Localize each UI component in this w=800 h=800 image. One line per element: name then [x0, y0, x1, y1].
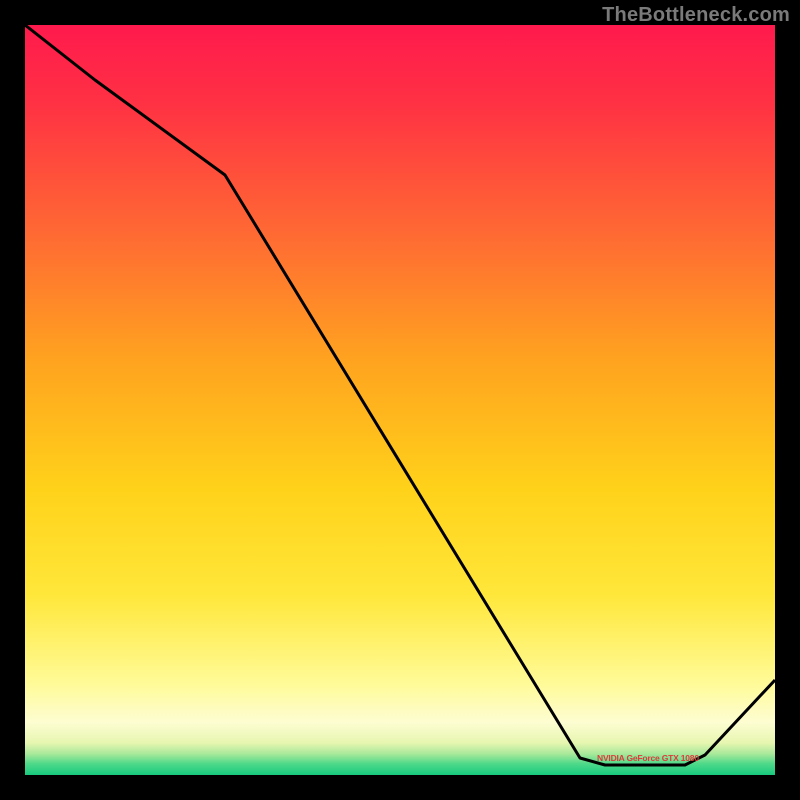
- line-layer: [25, 25, 775, 775]
- gpu-label: NVIDIA GeForce GTX 1080: [597, 753, 699, 763]
- chart-canvas: TheBottleneck.com NVIDIA GeForce GTX 108…: [0, 0, 800, 800]
- bottleneck-curve: [25, 25, 775, 765]
- attribution-text: TheBottleneck.com: [602, 4, 790, 27]
- plot-area: NVIDIA GeForce GTX 1080: [25, 25, 775, 775]
